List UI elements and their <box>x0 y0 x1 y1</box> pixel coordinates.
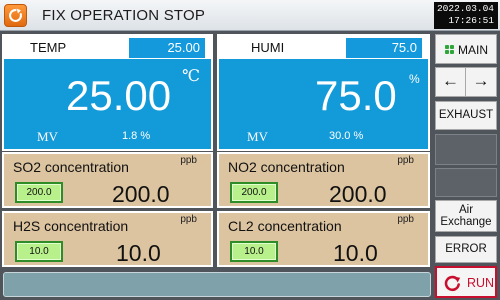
blank-button-1[interactable] <box>435 134 497 165</box>
page-title: FIX OPERATION STOP <box>42 7 206 24</box>
so2-label: SO2 concentration <box>13 159 129 175</box>
air-exchange-button[interactable]: Air Exchange <box>435 200 497 232</box>
error-button[interactable]: ERROR <box>435 236 497 263</box>
so2-unit: ppb <box>180 155 197 166</box>
cl2-label: CL2 concentration <box>228 218 342 234</box>
time-text: 17:26:51 <box>448 15 494 26</box>
h2s-panel: H2S concentration ppb 10.0 10.0 <box>2 211 213 267</box>
temp-setpoint-field[interactable]: 25.00 <box>129 38 205 58</box>
no2-value: 200.0 <box>329 181 387 207</box>
cl2-setpoint-field[interactable]: 10.0 <box>230 241 278 262</box>
message-bar <box>3 272 431 297</box>
run-button-label: RUN <box>467 276 495 290</box>
so2-setpoint-field[interactable]: 200.0 <box>15 182 63 203</box>
h2s-label: H2S concentration <box>13 218 129 234</box>
temp-value: 25.00 <box>66 72 172 119</box>
humi-mv-label: MV <box>247 129 268 144</box>
cl2-value: 10.0 <box>333 240 378 266</box>
temp-mv-label: MV <box>37 129 58 144</box>
humi-label: HUMI <box>251 40 285 55</box>
air-exchange-label-line2: Exchange <box>440 216 492 228</box>
so2-value: 200.0 <box>112 181 170 207</box>
temp-label: TEMP <box>30 40 67 55</box>
h2s-value: 10.0 <box>116 240 161 266</box>
cl2-panel: CL2 concentration ppb 10.0 10.0 <box>217 211 430 267</box>
humi-setpoint-field[interactable]: 75.0 <box>346 38 422 58</box>
temp-mv-value: 1.8 % <box>122 130 151 142</box>
title-bar: FIX OPERATION STOP 2022.03.04 17:26:51 <box>0 0 500 31</box>
run-button[interactable]: RUN <box>435 266 497 298</box>
main-button[interactable]: MAIN <box>435 34 497 64</box>
temp-panel: TEMP 25.00 25.00 ℃ MV 1.8 % <box>2 34 213 151</box>
forward-arrow-button[interactable]: → <box>466 68 496 96</box>
humi-header: HUMI 75.0 <box>219 36 428 59</box>
exhaust-button[interactable]: EXHAUST <box>435 101 497 130</box>
back-arrow-button[interactable]: ← <box>436 68 466 96</box>
power-cycle-icon <box>444 275 461 292</box>
nav-buttons: ← → <box>435 67 497 97</box>
screen: FIX OPERATION STOP 2022.03.04 17:26:51 T… <box>0 0 500 300</box>
so2-panel: SO2 concentration ppb 200.0 200.0 <box>2 152 213 208</box>
temp-header: TEMP 25.00 <box>4 36 211 59</box>
temp-unit: ℃ <box>182 68 200 85</box>
humi-panel: HUMI 75.0 75.0 % MV 30.0 % <box>217 34 430 151</box>
no2-panel: NO2 concentration ppb 200.0 200.0 <box>217 152 430 208</box>
h2s-unit: ppb <box>180 214 197 225</box>
grid-icon <box>445 45 454 54</box>
humi-mv-value: 30.0 % <box>329 130 364 142</box>
main-button-label: MAIN <box>458 43 488 57</box>
no2-label: NO2 concentration <box>228 159 345 175</box>
refresh-icon[interactable] <box>4 4 27 27</box>
air-exchange-label-line1: Air <box>458 204 474 216</box>
no2-unit: ppb <box>397 155 414 166</box>
clock-display: 2022.03.04 17:26:51 <box>434 2 498 29</box>
date-text: 2022.03.04 <box>436 3 494 14</box>
no2-setpoint-field[interactable]: 200.0 <box>230 182 278 203</box>
cl2-unit: ppb <box>397 214 414 225</box>
humi-unit: % <box>409 72 420 86</box>
blank-button-2[interactable] <box>435 168 497 197</box>
humi-value: 75.0 <box>315 72 397 119</box>
h2s-setpoint-field[interactable]: 10.0 <box>15 241 63 262</box>
